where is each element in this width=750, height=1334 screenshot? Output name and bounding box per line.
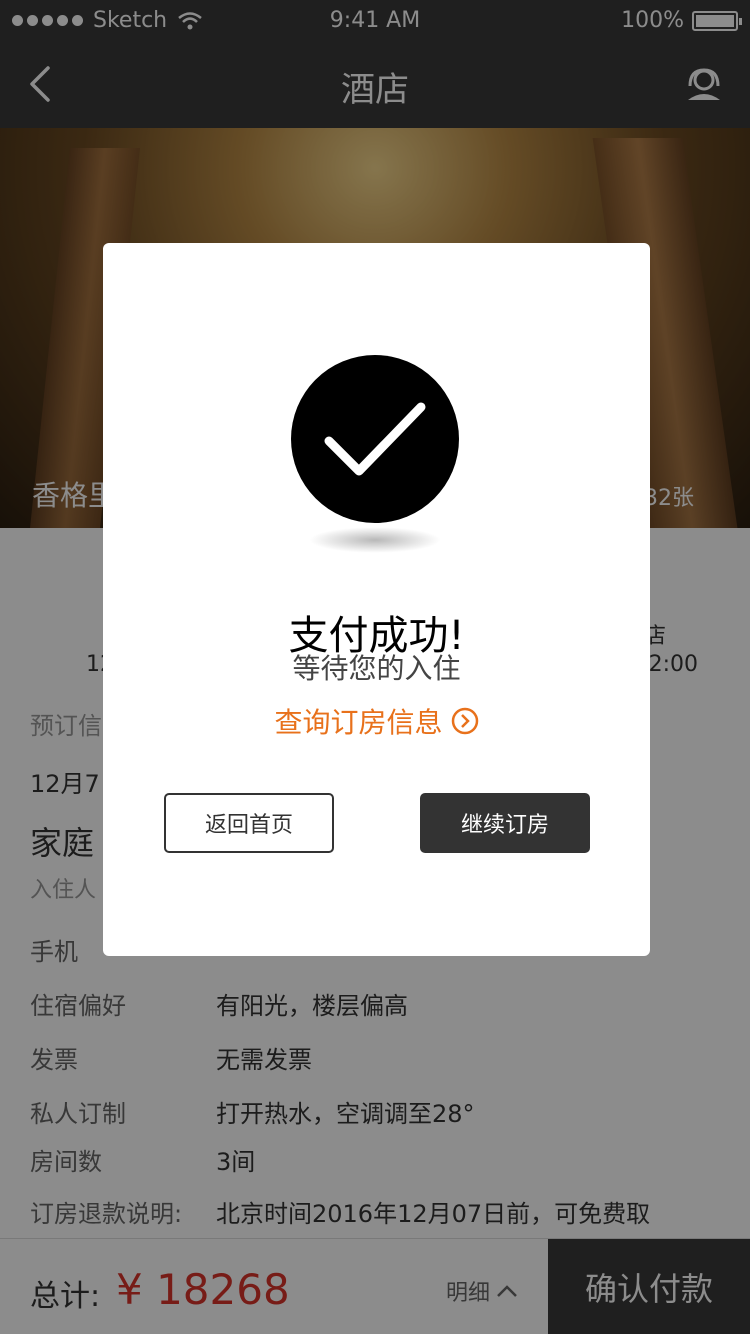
- return-home-button[interactable]: 返回首页: [164, 793, 334, 853]
- success-subtitle: 等待您的入住: [292, 652, 461, 685]
- payment-success-dialog: 支付成功! 等待您的入住 查询订房信息 返回首页 继续订房: [103, 243, 650, 956]
- success-check-icon: [291, 355, 459, 523]
- query-booking-link[interactable]: 查询订房信息: [103, 701, 650, 741]
- icon-shadow: [309, 527, 441, 553]
- query-booking-label: 查询订房信息: [274, 706, 443, 739]
- chevron-right-circle-icon: [451, 707, 478, 735]
- continue-booking-button[interactable]: 继续订房: [420, 793, 590, 853]
